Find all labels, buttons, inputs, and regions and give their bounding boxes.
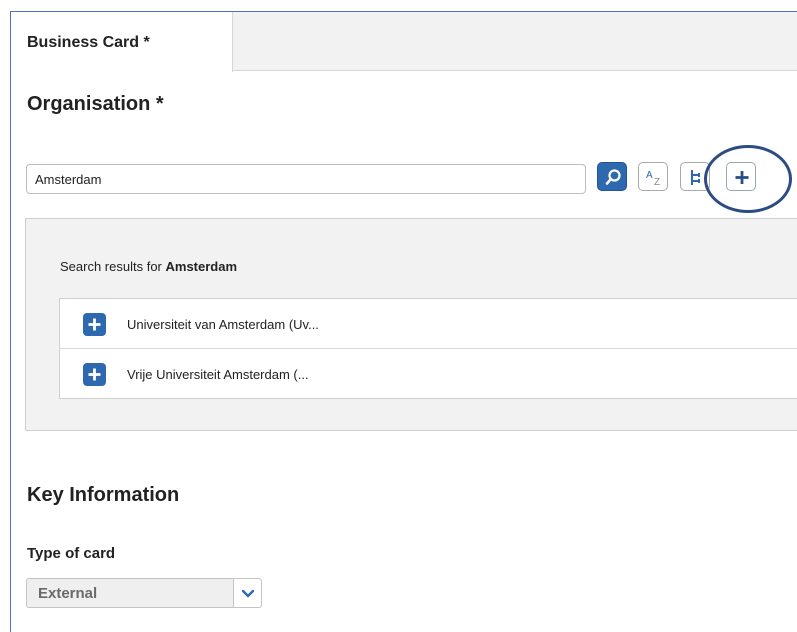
select-toggle[interactable] <box>233 579 261 607</box>
type-of-card-label: Type of card <box>27 545 116 562</box>
search-results-label: Search results for Amsterdam <box>60 259 237 274</box>
type-of-card-select[interactable]: External <box>26 578 262 608</box>
result-label: Vrije Universiteit Amsterdam (... <box>127 367 309 382</box>
highlight-annotation <box>704 145 792 213</box>
list-item[interactable]: Universiteit van Amsterdam (Uv... <box>59 299 797 349</box>
svg-text:Z: Z <box>654 177 660 188</box>
search-results-prefix: Search results for <box>60 259 166 274</box>
sort-az-button[interactable]: A Z <box>638 162 668 191</box>
search-button[interactable] <box>597 162 627 191</box>
organisation-search-input[interactable] <box>26 164 586 194</box>
type-of-card-value: External <box>38 585 98 602</box>
tab-business-card[interactable]: Business Card * <box>11 12 233 72</box>
chevron-down-icon <box>241 589 255 598</box>
svg-text:A: A <box>646 170 653 181</box>
key-information-title: Key Information <box>27 484 180 506</box>
result-label: Universiteit van Amsterdam (Uv... <box>127 317 319 332</box>
magnifier-icon <box>605 169 621 185</box>
search-results-query: Amsterdam <box>165 259 238 274</box>
plus-icon <box>88 368 101 381</box>
sort-az-icon: A Z <box>646 170 660 188</box>
organisation-title: Organisation * <box>27 93 164 115</box>
list-item[interactable]: Vrije Universiteit Amsterdam (... <box>59 349 797 399</box>
add-result-button[interactable] <box>83 363 106 386</box>
add-result-button[interactable] <box>83 313 106 336</box>
window-frame-left <box>10 11 11 632</box>
plus-icon <box>88 318 101 331</box>
tab-business-card-label: Business Card * <box>27 34 150 51</box>
